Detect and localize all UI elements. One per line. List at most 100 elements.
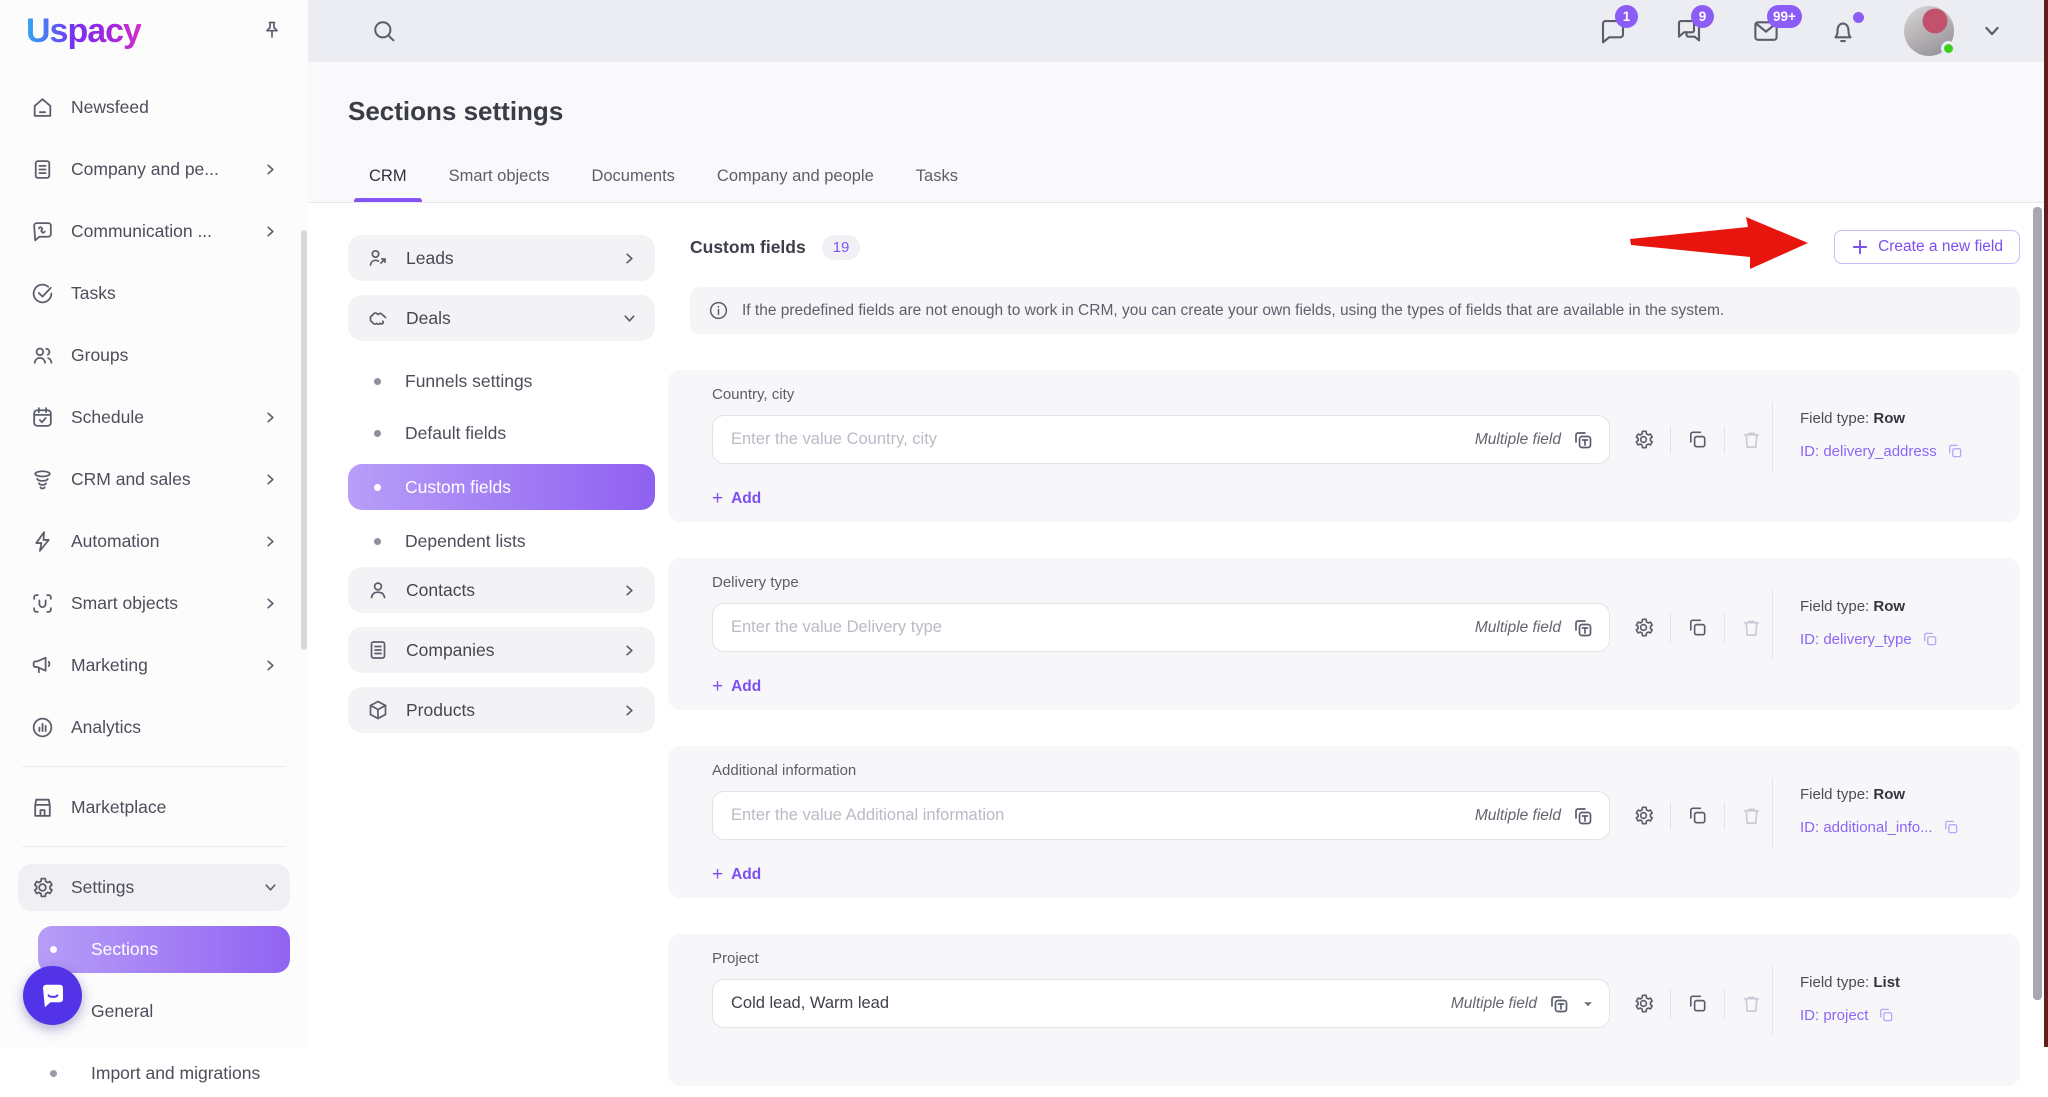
create-new-field-button[interactable]: Create a new field <box>1834 230 2020 264</box>
sidebar-item-newsfeed[interactable]: Newsfeed <box>18 84 290 131</box>
info-icon <box>708 300 729 321</box>
page-scrollbar[interactable] <box>2033 207 2042 1000</box>
field-value-input-wrap: Multiple field <box>712 603 1610 652</box>
field-duplicate-button[interactable] <box>1686 616 1709 639</box>
field-type: Field type: Row <box>1800 786 1960 803</box>
bullet-dot <box>374 430 381 437</box>
gear-icon <box>1632 616 1655 639</box>
sidebar-item-analytics[interactable]: Analytics <box>18 704 290 751</box>
support-chat-button[interactable] <box>23 966 82 1025</box>
mail-button[interactable]: 99+ <box>1750 16 1782 46</box>
subnav-item-deals[interactable]: Deals <box>348 295 655 341</box>
dropdown-caret-icon[interactable] <box>1581 997 1595 1011</box>
user-avatar[interactable] <box>1904 6 1954 56</box>
copy-id-icon[interactable] <box>1921 630 1939 648</box>
subnav-item-funnels-settings[interactable]: Funnels settings <box>348 355 655 407</box>
field-delete-button[interactable] <box>1740 992 1763 1015</box>
field-settings-button[interactable] <box>1632 992 1655 1015</box>
subnav-item-default-fields[interactable]: Default fields <box>348 407 655 459</box>
field-settings-button[interactable] <box>1632 616 1655 639</box>
field-card-country-city: Country, city Multiple field <box>668 370 2020 522</box>
smart-objects-icon <box>30 591 55 616</box>
field-type: Field type: Row <box>1800 598 1939 615</box>
field-delete-button[interactable] <box>1740 804 1763 827</box>
sidebar-item-communication[interactable]: Communication ... <box>18 208 290 255</box>
profile-menu-chevron-icon[interactable] <box>1982 21 2002 41</box>
notifications-button[interactable] <box>1828 16 1858 46</box>
sidebar-item-sections[interactable]: Sections <box>38 926 290 973</box>
subnav-item-products[interactable]: Products <box>348 687 655 733</box>
sidebar-item-import-and-migrations[interactable]: Import and migrations <box>38 1050 290 1097</box>
field-settings-button[interactable] <box>1632 428 1655 451</box>
window-edge <box>2044 0 2048 1047</box>
subnav-item-companies[interactable]: Companies <box>348 627 655 673</box>
chat-badge: 1 <box>1615 5 1638 28</box>
tab-documents[interactable]: Documents <box>585 167 680 202</box>
copy-id-icon[interactable] <box>1877 1006 1895 1024</box>
search-icon[interactable] <box>370 17 398 45</box>
page-header: Sections settings CRM Smart objects Docu… <box>308 62 2048 203</box>
info-banner: If the predefined fields are not enough … <box>690 287 2020 334</box>
field-value-input[interactable] <box>731 618 1475 637</box>
page: Sections settings CRM Smart objects Docu… <box>308 62 2048 1047</box>
sidebar-item-smart-objects[interactable]: Smart objects <box>18 580 290 627</box>
trash-icon <box>1740 616 1763 639</box>
field-card-delivery-type: Delivery type Multiple field <box>668 558 2020 710</box>
crm-subnav: Leads Deals Funnels settings Default fie… <box>348 235 655 747</box>
sidebar-item-marketing[interactable]: Marketing <box>18 642 290 689</box>
megaphone-icon <box>30 653 55 678</box>
copy-icon <box>1686 428 1709 451</box>
team-chat-button[interactable]: 9 <box>1674 16 1704 46</box>
sidebar-item-settings[interactable]: Settings <box>18 864 290 911</box>
communication-icon <box>30 219 55 244</box>
chat-smile-icon <box>38 981 68 1011</box>
add-value-button[interactable]: +Add <box>712 677 761 696</box>
field-delete-button[interactable] <box>1740 428 1763 451</box>
field-delete-button[interactable] <box>1740 616 1763 639</box>
chevron-down-icon <box>622 311 637 326</box>
card-divider <box>1772 402 1773 472</box>
sidebar-item-marketplace[interactable]: Marketplace <box>18 784 290 831</box>
field-value-input[interactable] <box>731 994 1451 1013</box>
chevron-right-icon <box>263 534 278 549</box>
copy-id-icon[interactable] <box>1942 818 1960 836</box>
custom-fields-panel: Custom fields 19 Create a new field If t… <box>668 203 2020 1086</box>
copy-id-icon[interactable] <box>1946 442 1964 460</box>
analytics-icon <box>30 715 55 740</box>
add-value-button[interactable]: +Add <box>712 489 761 508</box>
field-settings-button[interactable] <box>1632 804 1655 827</box>
sidebar-item-crm-and-sales[interactable]: CRM and sales <box>18 456 290 503</box>
field-value-input[interactable] <box>731 430 1475 449</box>
section-heading: Custom fields <box>690 237 806 258</box>
gear-icon <box>30 875 55 900</box>
sidebar-item-company-and-people[interactable]: Company and pe... <box>18 146 290 193</box>
sidebar-item-schedule[interactable]: Schedule <box>18 394 290 441</box>
sidebar-item-automation[interactable]: Automation <box>18 518 290 565</box>
pin-icon[interactable] <box>260 19 284 43</box>
field-value-input-wrap: Multiple field <box>712 415 1610 464</box>
field-type: Field type: Row <box>1800 410 1964 427</box>
chevron-right-icon <box>263 162 278 177</box>
sidebar-item-tasks[interactable]: Tasks <box>18 270 290 317</box>
field-value-input[interactable] <box>731 806 1475 825</box>
sidebar-item-groups[interactable]: Groups <box>18 332 290 379</box>
subnav-item-dependent-lists[interactable]: Dependent lists <box>348 515 655 567</box>
handshake-icon <box>366 306 390 330</box>
subnav-item-leads[interactable]: Leads <box>348 235 655 281</box>
tab-crm[interactable]: CRM <box>363 167 413 202</box>
sidebar-scrollbar[interactable] <box>301 230 307 650</box>
field-duplicate-button[interactable] <box>1686 992 1709 1015</box>
tab-smart-objects[interactable]: Smart objects <box>443 167 556 202</box>
tab-tasks[interactable]: Tasks <box>910 167 964 202</box>
chat-button[interactable]: 1 <box>1598 16 1628 46</box>
chevron-right-icon <box>263 410 278 425</box>
add-value-button[interactable]: +Add <box>712 865 761 884</box>
subnav-item-custom-fields[interactable]: Custom fields <box>348 464 655 510</box>
field-duplicate-button[interactable] <box>1686 804 1709 827</box>
main-sidebar: Uspacy Newsfeed Company and pe... Commun… <box>0 0 308 1047</box>
field-type: Field type: List <box>1800 974 1900 991</box>
tab-company-and-people[interactable]: Company and people <box>711 167 880 202</box>
field-duplicate-button[interactable] <box>1686 428 1709 451</box>
storefront-icon <box>30 795 55 820</box>
subnav-item-contacts[interactable]: Contacts <box>348 567 655 613</box>
